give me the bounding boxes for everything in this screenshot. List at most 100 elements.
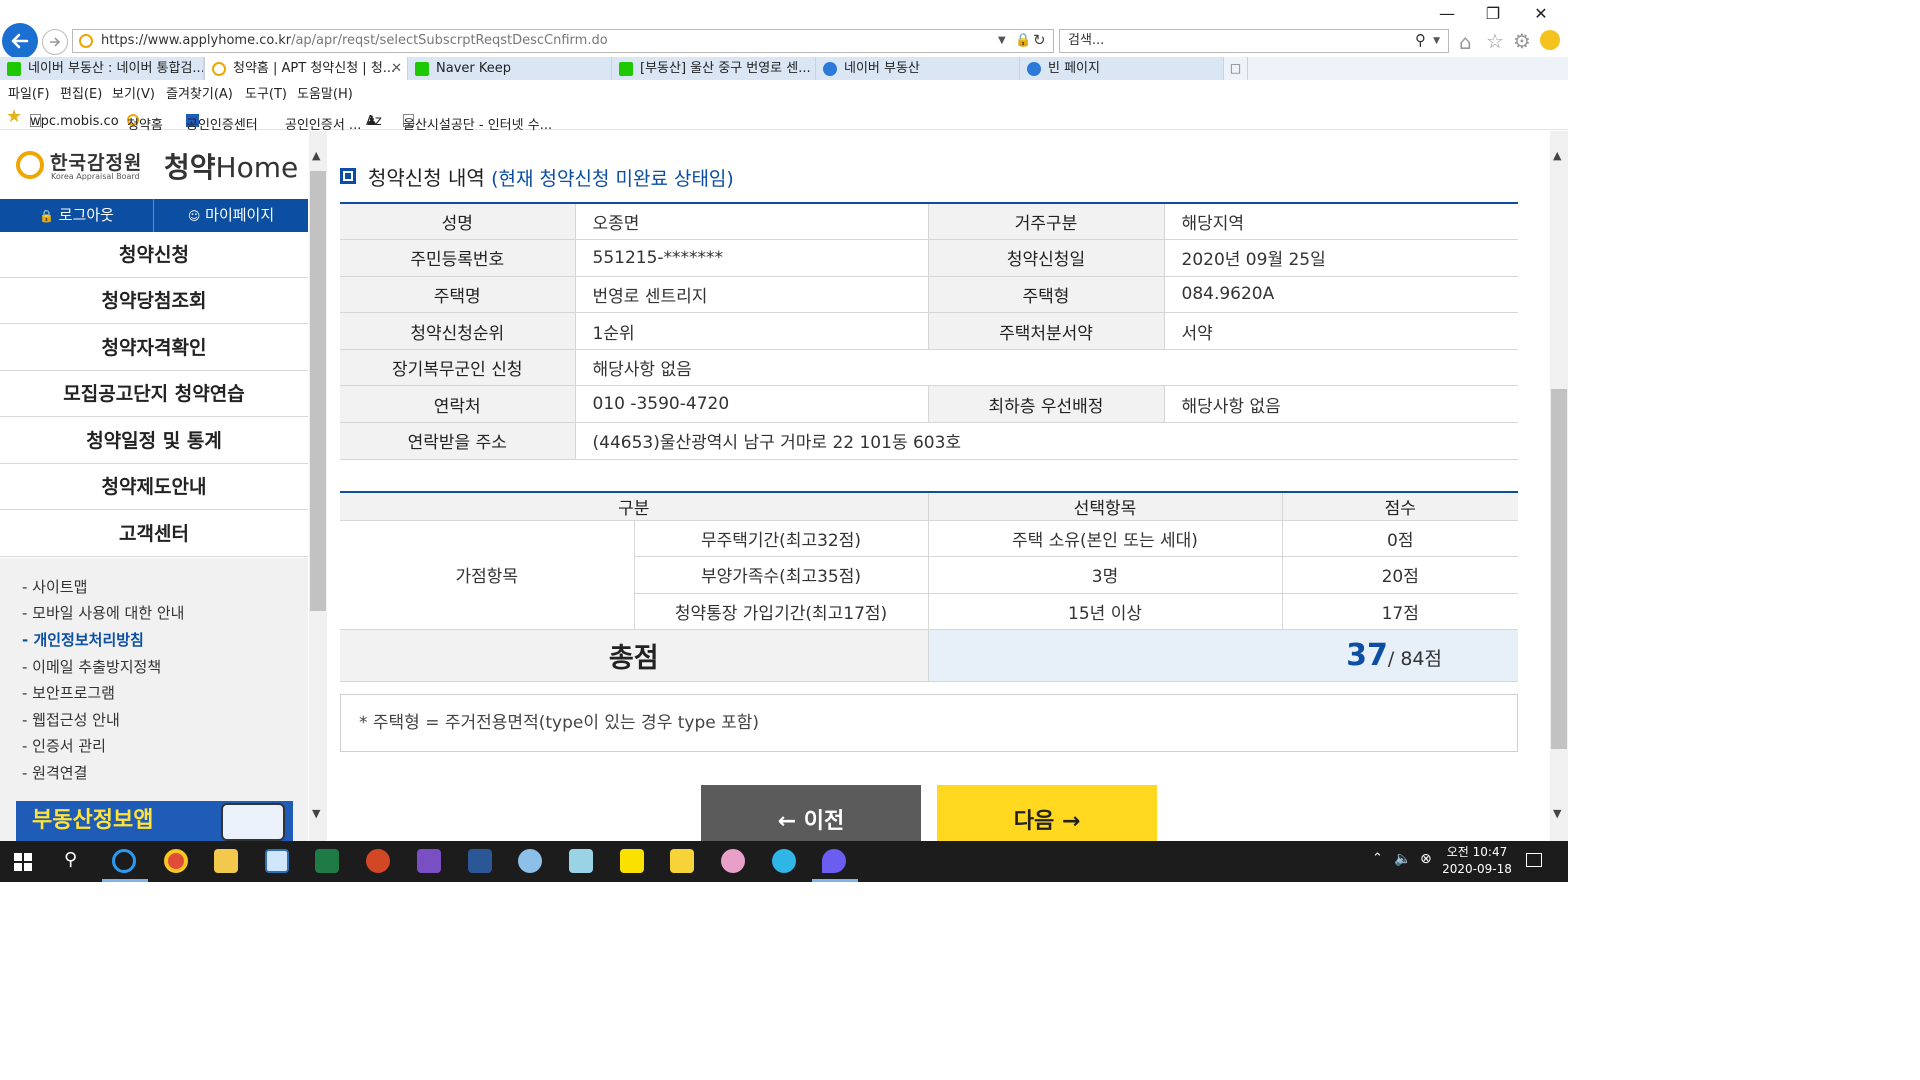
search-placeholder: 검색...: [1068, 33, 1105, 48]
link-privacy-policy[interactable]: - 개인정보처리방침: [22, 629, 144, 650]
score-item: 청약통장 가입기간(최고17점): [634, 593, 929, 631]
lock-icon[interactable]: 🔒: [1015, 30, 1031, 52]
page-scroll-thumb[interactable]: [1551, 389, 1567, 749]
logout-button[interactable]: 🔒 로그아웃: [0, 199, 154, 232]
powerpoint-taskbar-icon[interactable]: [366, 849, 390, 873]
paint-taskbar-icon[interactable]: [518, 849, 542, 873]
score-choice: 주택 소유(본인 또는 세대): [928, 520, 1283, 558]
menu-view[interactable]: 보기(V): [112, 83, 155, 102]
link-accessibility[interactable]: - 웹접근성 안내: [22, 709, 120, 730]
link-email-policy[interactable]: - 이메일 추출방지정책: [22, 656, 161, 677]
app-taskbar-icon[interactable]: [569, 849, 593, 873]
new-tab-button[interactable]: □: [1224, 57, 1248, 80]
link-remote-connection[interactable]: - 원격연결: [22, 762, 87, 783]
search-dropdown-icon[interactable]: ▼: [1433, 30, 1440, 52]
sidebar-item-eligibility[interactable]: 청약자격확인: [0, 325, 308, 371]
tab-realestate-news[interactable]: [부동산] 울산 중구 번영로 센...: [612, 57, 816, 80]
tab-naver-realestate[interactable]: 네이버 부동산: [816, 57, 1020, 80]
network-off-icon[interactable]: ⊗: [1420, 851, 1432, 867]
menu-help[interactable]: 도움말(H): [297, 83, 353, 102]
favorites-bar-star-icon[interactable]: ★: [6, 106, 22, 127]
notifications-icon[interactable]: [1526, 853, 1542, 867]
sidebar-item-schedule-stats[interactable]: 청약일정 및 통계: [0, 418, 308, 464]
score-points: 20점: [1282, 556, 1518, 594]
scroll-up-icon[interactable]: ▲: [312, 149, 320, 162]
page-scrollbar[interactable]: ▲ ▼: [1550, 131, 1568, 841]
taskbar-search-icon[interactable]: ⚲: [64, 849, 77, 870]
site-logo[interactable]: 한국감정원 Korea Appraisal Board 청약Home: [0, 131, 308, 199]
tab-naver-realestate-search[interactable]: 네이버 부동산 : 네이버 통합검...: [0, 57, 204, 80]
logo-org-name-en: Korea Appraisal Board: [51, 172, 140, 181]
notepad-taskbar-icon[interactable]: [265, 849, 289, 873]
lock-icon: 🔒: [39, 209, 54, 223]
close-button[interactable]: ✕: [1518, 0, 1564, 28]
scroll-down-icon[interactable]: ▼: [1553, 807, 1561, 820]
tab-blank-page[interactable]: 빈 페이지: [1020, 57, 1224, 80]
scroll-down-icon[interactable]: ▼: [312, 807, 320, 820]
search-input[interactable]: 검색... ⚲ ▼: [1059, 29, 1449, 53]
mypage-button[interactable]: ☺ 마이페이지: [154, 199, 308, 232]
dropdown-icon[interactable]: ▼: [998, 30, 1006, 52]
back-button[interactable]: [2, 23, 38, 59]
link-certificate-management[interactable]: - 인증서 관리: [22, 735, 106, 756]
link-sitemap[interactable]: - 사이트맵: [22, 576, 87, 597]
taskbar-clock[interactable]: 오전 10:47 2020-09-18: [1440, 844, 1514, 878]
chrome-taskbar-icon[interactable]: [164, 849, 188, 873]
address-value: (44653)울산광역시 남구 거마로 22 101동 603호: [575, 422, 1518, 460]
user-icon: ☺: [187, 209, 201, 223]
tray-chevron-icon[interactable]: ⌃: [1372, 851, 1383, 866]
sidebar-item-apply[interactable]: 청약신청: [0, 232, 308, 278]
smiley-feedback-icon[interactable]: [1540, 30, 1560, 50]
next-button[interactable]: 다음 →: [937, 785, 1157, 841]
search-icon[interactable]: ⚲: [1415, 29, 1426, 51]
ie-taskbar-icon[interactable]: [112, 849, 136, 873]
restore-button[interactable]: ❐: [1470, 0, 1516, 28]
minimize-button[interactable]: —: [1424, 0, 1470, 28]
sidebar-scrollbar[interactable]: ▲ ▼: [309, 131, 327, 841]
sidebar-item-winning-lookup[interactable]: 청약당첨조회: [0, 278, 308, 324]
phone-icon: [221, 803, 285, 841]
scroll-up-icon[interactable]: ▲: [1553, 149, 1561, 162]
address-bar[interactable]: https://www.applyhome.co.kr/ap/apr/reqst…: [72, 29, 1054, 53]
logo-service-home: Home: [215, 151, 299, 184]
excel-taskbar-icon[interactable]: [315, 849, 339, 873]
home-icon[interactable]: ⌂: [1459, 30, 1472, 54]
link-mobile-guide[interactable]: - 모바일 사용에 대한 안내: [22, 602, 185, 623]
fav-label: wpc.mobis.co: [30, 114, 119, 129]
sidebar-item-practice[interactable]: 모집공고단지 청약연습: [0, 371, 308, 417]
realestate-app-banner[interactable]: 부동산정보앱: [16, 801, 293, 841]
file-explorer-taskbar-icon[interactable]: [214, 849, 238, 873]
tab-applyhome[interactable]: 청약홈 | APT 청약신청 | 청... ✕: [204, 57, 408, 80]
sidebar-scroll-thumb[interactable]: [310, 171, 326, 611]
applyhome-favicon-icon: [212, 62, 226, 76]
edge-taskbar-icon[interactable]: [772, 849, 796, 873]
tab-label: [부동산] 울산 중구 번영로 센...: [640, 61, 811, 76]
kakaotalk-taskbar-icon[interactable]: [620, 849, 644, 873]
previous-button[interactable]: ← 이전: [701, 785, 921, 841]
menu-edit[interactable]: 편집(E): [60, 83, 102, 102]
footnote-text: * 주택형 = 주거전용면적(type이 있는 경우 type 포함): [359, 713, 760, 733]
paint3d-taskbar-icon[interactable]: [721, 849, 745, 873]
status-note: (현재 청약신청 미완료 상태임): [491, 168, 734, 190]
link-security-program[interactable]: - 보안프로그램: [22, 682, 115, 703]
table-row: 연락받을 주소 (44653)울산광역시 남구 거마로 22 101동 603호: [340, 422, 1518, 460]
sidebar-item-system-guide[interactable]: 청약제도안내: [0, 464, 308, 510]
tab-close-icon[interactable]: ✕: [391, 57, 402, 80]
drop-app-taskbar-icon[interactable]: [822, 849, 846, 873]
volume-icon[interactable]: 🔈: [1394, 851, 1411, 867]
contact-label: 연락처: [340, 385, 576, 424]
word-taskbar-icon[interactable]: [468, 849, 492, 873]
sidebar-item-customer-center[interactable]: 고객센터: [0, 511, 308, 557]
settings-gear-icon[interactable]: ⚙: [1513, 29, 1531, 53]
refresh-icon[interactable]: ↻: [1033, 30, 1046, 51]
menu-favorites[interactable]: 즐겨찾기(A): [166, 83, 233, 102]
sticky-notes-taskbar-icon[interactable]: [670, 849, 694, 873]
score-points: 0점: [1282, 520, 1518, 558]
favorites-star-icon[interactable]: ☆: [1486, 29, 1504, 53]
menu-file[interactable]: 파일(F): [8, 83, 50, 102]
menu-tools[interactable]: 도구(T): [245, 83, 287, 102]
tab-naver-keep[interactable]: Naver Keep: [408, 57, 612, 80]
start-windows-icon[interactable]: [14, 853, 32, 871]
visual-studio-taskbar-icon[interactable]: [417, 849, 441, 873]
forward-button[interactable]: [42, 29, 68, 55]
